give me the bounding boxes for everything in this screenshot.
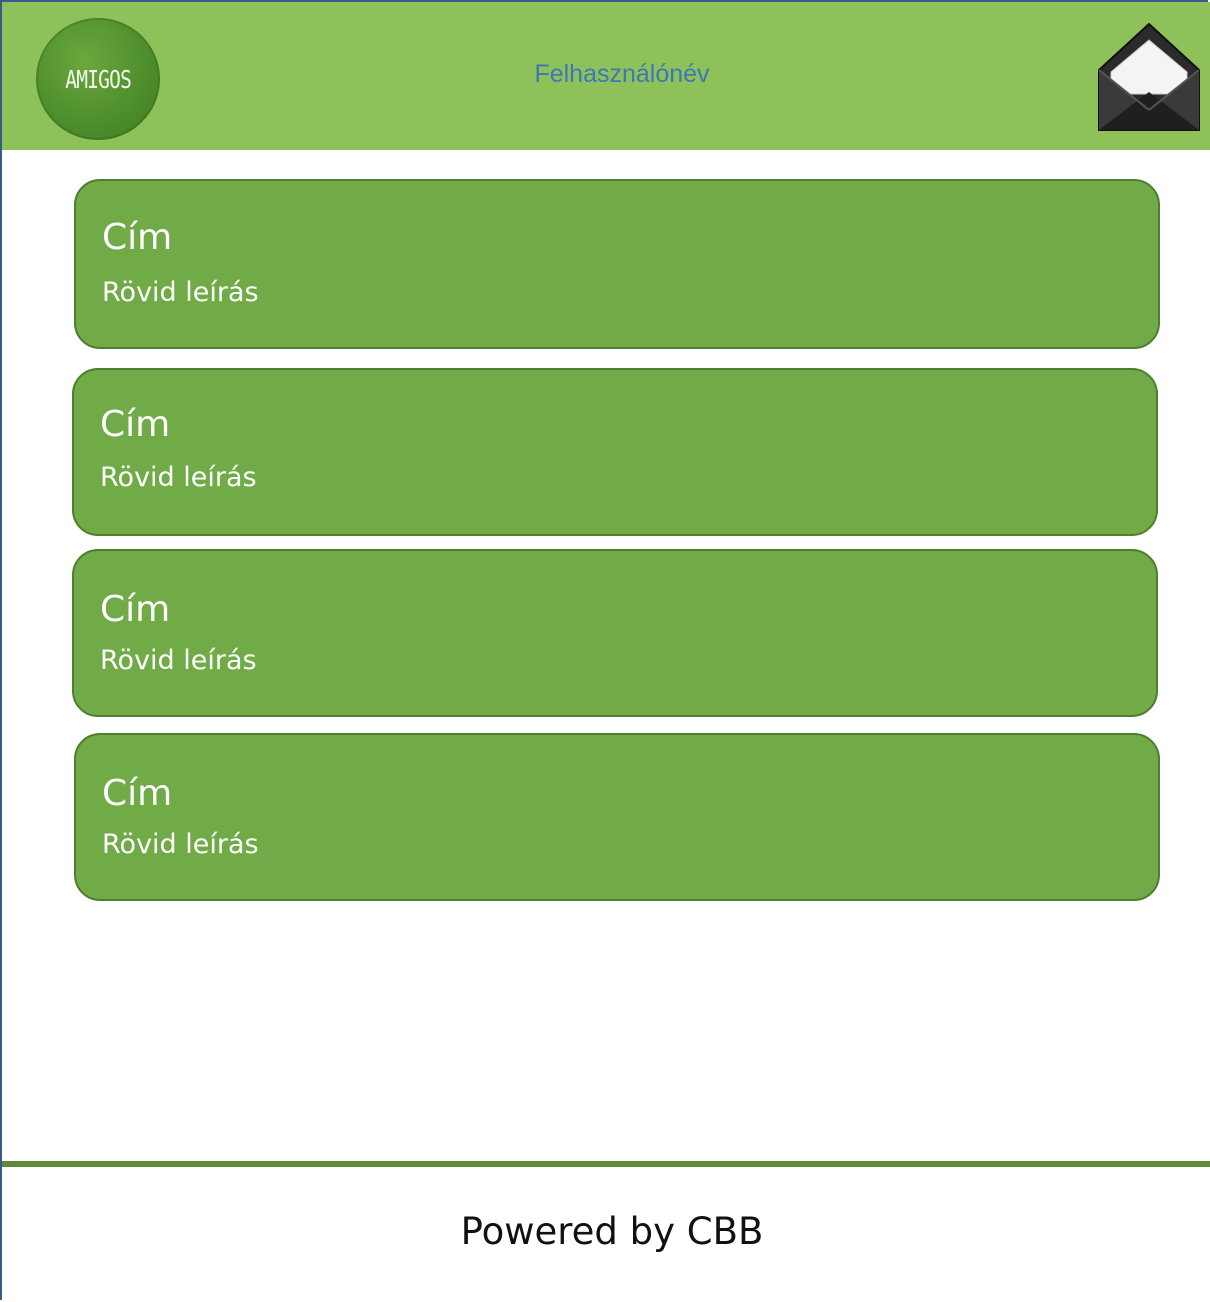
list-item[interactable]: Cím Rövid leírás xyxy=(74,179,1160,349)
item-description: Rövid leírás xyxy=(102,829,259,860)
item-title: Cím xyxy=(100,404,171,445)
app-header: AMIGOS Felhasználónév xyxy=(2,2,1210,150)
item-title: Cím xyxy=(102,773,173,814)
username-label[interactable]: Felhasználónév xyxy=(2,60,1210,89)
list-item[interactable]: Cím Rövid leírás xyxy=(72,549,1158,717)
footer-divider xyxy=(2,1161,1210,1167)
item-title: Cím xyxy=(100,589,171,630)
item-description: Rövid leírás xyxy=(100,645,257,676)
item-description: Rövid leírás xyxy=(100,462,257,493)
list-item[interactable]: Cím Rövid leírás xyxy=(72,368,1158,536)
item-title: Cím xyxy=(102,217,173,258)
envelope-icon[interactable] xyxy=(1097,22,1201,132)
list-item[interactable]: Cím Rövid leírás xyxy=(74,733,1160,901)
footer-credit: Powered by CBB xyxy=(460,1210,764,1253)
item-description: Rövid leírás xyxy=(102,277,259,308)
